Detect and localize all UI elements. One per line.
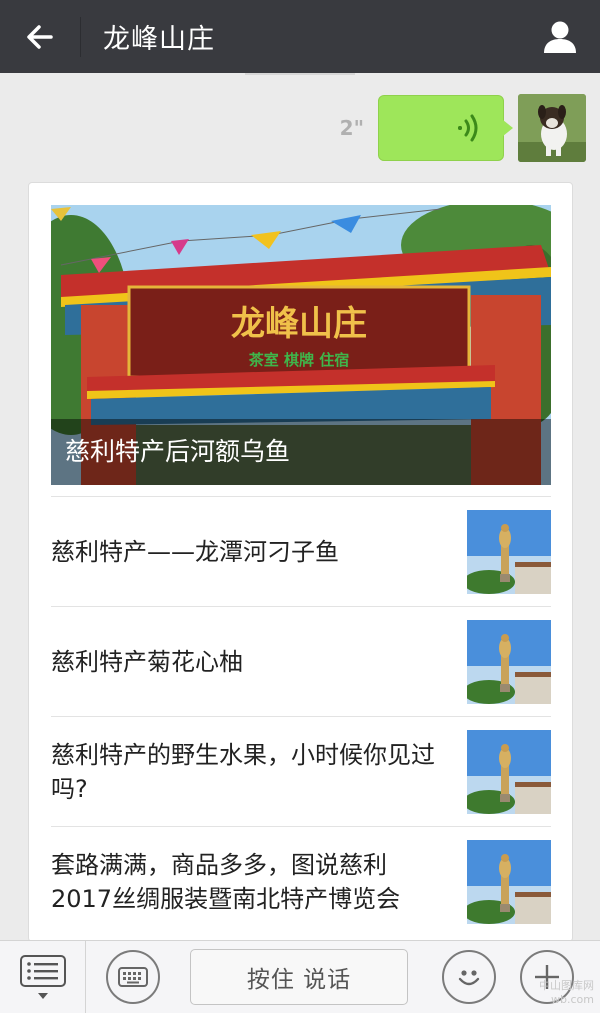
arrow-left-icon — [27, 24, 53, 49]
smiley-icon — [458, 970, 480, 986]
cover-caption: 慈利特产后河额乌鱼 — [51, 419, 551, 485]
watermark: 中山图库网 wb.com — [539, 979, 594, 1006]
divider — [245, 73, 355, 75]
chat-info-button[interactable] — [520, 0, 600, 73]
triangle-down-icon — [37, 993, 48, 999]
voice-message-row: 2" — [340, 94, 586, 162]
input-bar: 按住 说话 中山图库网 wb.com — [0, 940, 600, 1013]
article-thumbnail — [467, 509, 551, 594]
article-thumbnail — [467, 729, 551, 814]
avatar[interactable] — [518, 94, 586, 162]
voice-duration: 2" — [339, 116, 364, 140]
sign-subtitle: 茶室 棋牌 住宿 — [249, 351, 349, 369]
list-menu-icon — [19, 955, 66, 987]
page-title: 龙峰山庄 — [103, 24, 215, 55]
list-item[interactable]: 慈利特产的野生水果，小时候你见过吗? — [51, 716, 551, 826]
statue-image — [467, 729, 551, 814]
list-item[interactable]: 慈利特产菊花心柚 — [51, 606, 551, 716]
dog-avatar-image — [518, 94, 586, 162]
person-icon — [544, 21, 576, 53]
list-item[interactable]: 慈利特产——龙潭河刁子鱼 — [51, 496, 551, 606]
emoji-button[interactable] — [442, 950, 496, 1004]
cover-article[interactable]: 龙峰山庄 茶室 棋牌 住宿 慈利特产后河额乌鱼 — [51, 205, 551, 485]
article-thumbnail — [467, 839, 551, 924]
article-title: 套路满满，商品多多，图说慈利2017丝绸服装暨南北特产博览会 — [51, 850, 401, 913]
topbar-divider — [80, 16, 81, 57]
article-title: 慈利特产菊花心柚 — [51, 647, 243, 676]
list-item[interactable]: 套路满满，商品多多，图说慈利2017丝绸服装暨南北特产博览会 — [51, 826, 551, 936]
menu-toggle-button[interactable] — [0, 940, 86, 1013]
article-title: 慈利特产的野生水果，小时候你见过吗? — [51, 740, 435, 803]
keyboard-icon — [118, 967, 148, 987]
article-title: 慈利特产——龙潭河刁子鱼 — [51, 537, 339, 566]
article-card[interactable]: 龙峰山庄 茶室 棋牌 住宿 慈利特产后河额乌鱼 慈利特产——龙潭河刁子鱼 慈利特… — [28, 182, 573, 942]
back-button[interactable] — [0, 0, 80, 73]
top-bar: 龙峰山庄 — [0, 0, 600, 73]
keyboard-button[interactable] — [106, 950, 160, 1004]
hold-to-talk-button[interactable]: 按住 说话 — [190, 949, 408, 1005]
voice-message-bubble[interactable] — [378, 95, 513, 161]
statue-image — [467, 509, 551, 594]
statue-image — [467, 619, 551, 704]
article-thumbnail — [467, 619, 551, 704]
statue-image — [467, 839, 551, 924]
sign-title: 龙峰山庄 — [231, 304, 367, 344]
voice-wave-icon — [458, 114, 478, 142]
